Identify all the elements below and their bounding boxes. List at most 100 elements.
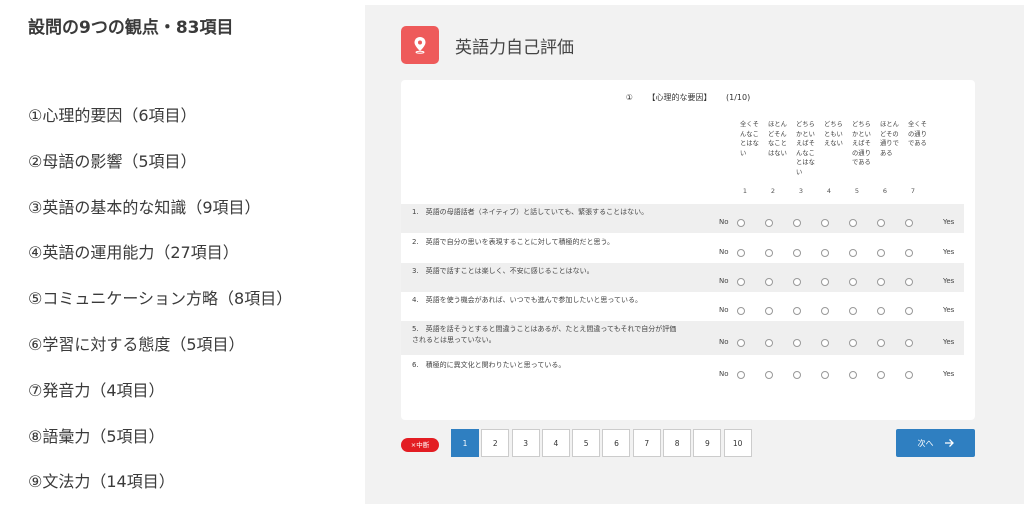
answer-radio[interactable] [905,218,913,227]
page-button[interactable]: 5 [572,429,601,457]
scale-number: 4 [826,187,832,195]
answer-radio[interactable] [821,218,829,227]
scale-low-label: No [719,247,729,256]
scale-number: 3 [798,187,804,195]
answer-radio[interactable] [849,371,857,379]
page-button[interactable]: 6 [602,429,631,457]
answer-radio[interactable] [849,339,857,347]
next-button[interactable]: 次へ [896,429,975,457]
answer-radio[interactable] [877,218,885,227]
scale-high-label: Yes [943,305,955,314]
answer-radio[interactable] [765,306,773,315]
answer-radio[interactable] [821,371,829,379]
question-row: 1. 英語の母語話者（ネイティブ）と話していても、緊張することはない。 No Yes [401,204,964,233]
answer-radio[interactable] [877,306,885,315]
question-text: 4. 英語を使う機会があれば、いつでも進んで参加したいと思っている。 [412,296,642,304]
answer-radio[interactable] [849,218,857,227]
scale-low-label: No [719,338,729,346]
scale-number: 6 [882,187,888,195]
category-item: ⑥学習に対する態度（5項目） [28,334,245,354]
answer-radio[interactable] [737,218,745,227]
category-item: ⑨文法力（14項目） [28,472,175,492]
answer-radio[interactable] [877,339,885,347]
question-text: 6. 積極的に異文化と関わりたいと思っている。 [412,361,566,369]
page-button[interactable]: 7 [632,429,661,457]
scale-label: どちらともいえない [824,121,843,147]
answer-radio[interactable] [793,277,801,286]
answer-radio[interactable] [765,371,773,379]
answer-radio[interactable] [765,248,773,257]
stop-button[interactable]: ×中断 [401,438,439,452]
page-title: 英語力自己評価 [455,38,574,58]
page-button[interactable]: 8 [663,429,692,457]
question-row: 3. 英語で話すことは楽しく、不安に感じることはない。 No Yes [401,263,964,292]
answer-radio[interactable] [905,306,913,315]
scale-label: 全くそんなことはない [740,121,759,157]
page-button[interactable]: 4 [541,429,570,457]
category-item: ⑤コミュニケーション方略（8項目） [28,289,293,309]
answer-radio[interactable] [765,218,773,227]
survey-panel: 英語力自己評価 ① 【心理的な要因】 (1/10) 全くそんなことはない 1 ほとん… [365,5,1024,504]
answer-radio[interactable] [905,339,913,347]
category-item: ②母語の影響（5項目） [28,151,197,171]
question-row: 5. 英語を話そうとすると間違うことはあるが、たとえ間違ってもそれで自分が評価さ… [401,321,964,355]
scale-number: 5 [854,187,860,195]
question-header: ① 【心理的な要因】 (1/10) [401,92,975,103]
answer-radio[interactable] [877,277,885,286]
answer-radio[interactable] [849,248,857,257]
scale-high-label: Yes [943,338,955,346]
scale-low-label: No [719,217,729,226]
answer-radio[interactable] [737,371,745,379]
page-button[interactable]: 10 [723,429,752,457]
answer-radio[interactable] [821,248,829,257]
category-list: ①心理的要因（6項目） ②母語の影響（5項目） ③英語の基本的な知識（9項目） ④英語… [28,103,292,509]
scale-label: ほとんどその通りである [880,121,899,157]
answer-radio[interactable] [793,371,801,379]
answer-radio[interactable] [905,248,913,257]
answer-radio[interactable] [877,248,885,257]
answer-radio[interactable] [793,339,801,347]
answer-radio[interactable] [793,248,801,257]
answer-radio[interactable] [905,277,913,286]
answer-radio[interactable] [849,306,857,315]
answer-radio[interactable] [793,306,801,315]
category-item: ④英語の運用能力（27項目） [28,243,239,263]
answer-radio[interactable] [793,218,801,227]
next-button-label: 次へ [917,438,934,448]
page-button[interactable]: 9 [693,429,722,457]
answer-radio[interactable] [737,248,745,257]
scale-label: 全くその通りである [908,121,927,147]
arrow-right-icon [944,439,954,447]
location-pin-icon [401,26,439,64]
answer-radio[interactable] [905,371,913,379]
answer-radio[interactable] [737,277,745,286]
question-row: 2. 英語で自分の思いを表現することに対して積極的だと思う。 No Yes [401,234,964,263]
answer-radio[interactable] [821,306,829,315]
answer-radio[interactable] [737,306,745,315]
answer-radio[interactable] [821,339,829,347]
category-item: ③英語の基本的な知識（9項目） [28,197,261,217]
answer-radio[interactable] [877,371,885,379]
scale-number: 7 [910,187,916,195]
overview-title: 設問の9つの観点・83項目 [28,18,234,38]
page-button[interactable]: 1 [451,429,479,457]
category-item: ①心理的要因（6項目） [28,106,197,125]
answer-radio[interactable] [737,339,745,347]
section-number: ① [625,93,633,102]
answer-radio[interactable] [765,339,773,347]
question-text: 3. 英語で話すことは楽しく、不安に感じることはない。 [412,267,594,275]
page-button[interactable]: 3 [511,429,540,457]
page-button[interactable]: 2 [481,429,510,457]
scale-high-label: Yes [943,276,955,285]
category-item: ⑦発音力（4項目） [28,380,165,400]
question-text: 5. 英語を話そうとすると間違うことはあるが、たとえ間違ってもそれで自分が評価さ… [412,325,677,344]
scale-high-label: Yes [943,370,955,378]
category-item: ⑧語彙力（5項目） [28,426,165,446]
scale-low-label: No [719,370,729,378]
answer-radio[interactable] [821,277,829,286]
scale-label: どちらかといえばそんなことはない [796,121,815,176]
answer-radio[interactable] [849,277,857,286]
scale-low-label: No [719,276,729,285]
answer-radio[interactable] [765,277,773,286]
question-text: 2. 英語で自分の思いを表現することに対して積極的だと思う。 [412,238,615,246]
